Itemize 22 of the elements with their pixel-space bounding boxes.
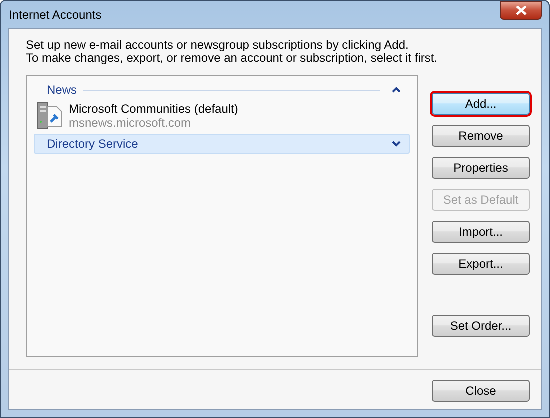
chevron-icon[interactable] (392, 87, 401, 93)
account-action-button[interactable]: Remove (432, 125, 530, 147)
group-header[interactable]: Directory Service (34, 134, 410, 154)
account-action-button[interactable]: Properties (432, 157, 530, 179)
account-action-button[interactable]: Import... (432, 221, 530, 243)
window-title: Internet Accounts (9, 8, 102, 22)
close-icon (516, 6, 526, 15)
account-action-button[interactable]: Export... (432, 253, 530, 275)
account-name: Microsoft Communities (default) (69, 102, 238, 116)
chevron-icon[interactable] (392, 141, 401, 147)
close-button[interactable] (500, 1, 542, 20)
instruction-text: Set up new e-mail accounts or newsgroup subscriptions by clicking Add. (26, 39, 410, 52)
account-server: msnews.microsoft.com (69, 116, 192, 130)
account-action-button[interactable]: Set Order... (432, 315, 530, 337)
dialog-close-button[interactable]: Close (432, 380, 530, 402)
account-action-button[interactable]: Add... (432, 93, 530, 115)
group-header[interactable]: News (34, 80, 410, 100)
group-label: Directory Service (47, 137, 138, 151)
group-label: News (47, 83, 78, 97)
server-icon (37, 102, 63, 130)
instruction-text: To make changes, export, or remove an account or subscription, select it first. (26, 52, 439, 65)
account-item[interactable]: Microsoft Communities (default) msnews.microsoft.com (33, 100, 411, 134)
